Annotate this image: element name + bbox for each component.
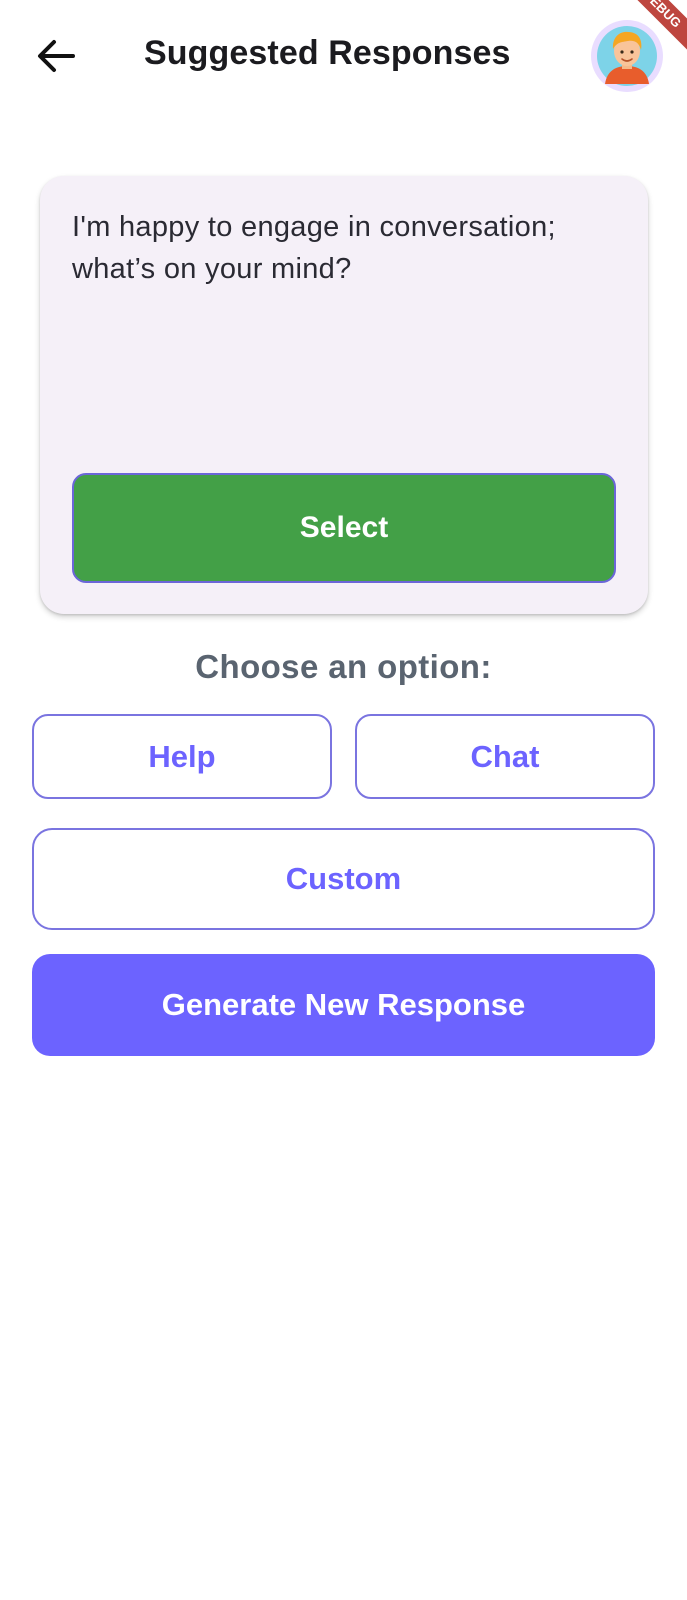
user-avatar-icon xyxy=(597,26,657,86)
response-card: I'm happy to engage in conversation; wha… xyxy=(40,176,648,614)
app-bar: Suggested Responses DEBUG xyxy=(0,0,687,112)
suggested-responses-screen: Suggested Responses DEBUG I'm happy to e… xyxy=(0,0,687,1600)
custom-button[interactable]: Custom xyxy=(32,828,655,930)
avatar[interactable] xyxy=(591,20,663,92)
arrow-left-icon xyxy=(38,40,75,72)
back-button[interactable] xyxy=(24,26,88,86)
help-button[interactable]: Help xyxy=(32,714,332,799)
select-button[interactable]: Select xyxy=(72,473,616,583)
page-title: Suggested Responses xyxy=(144,34,511,72)
chat-button[interactable]: Chat xyxy=(355,714,655,799)
response-text: I'm happy to engage in conversation; wha… xyxy=(72,211,556,285)
generate-new-response-button[interactable]: Generate New Response xyxy=(32,954,655,1056)
choose-option-heading: Choose an option: xyxy=(195,648,492,685)
